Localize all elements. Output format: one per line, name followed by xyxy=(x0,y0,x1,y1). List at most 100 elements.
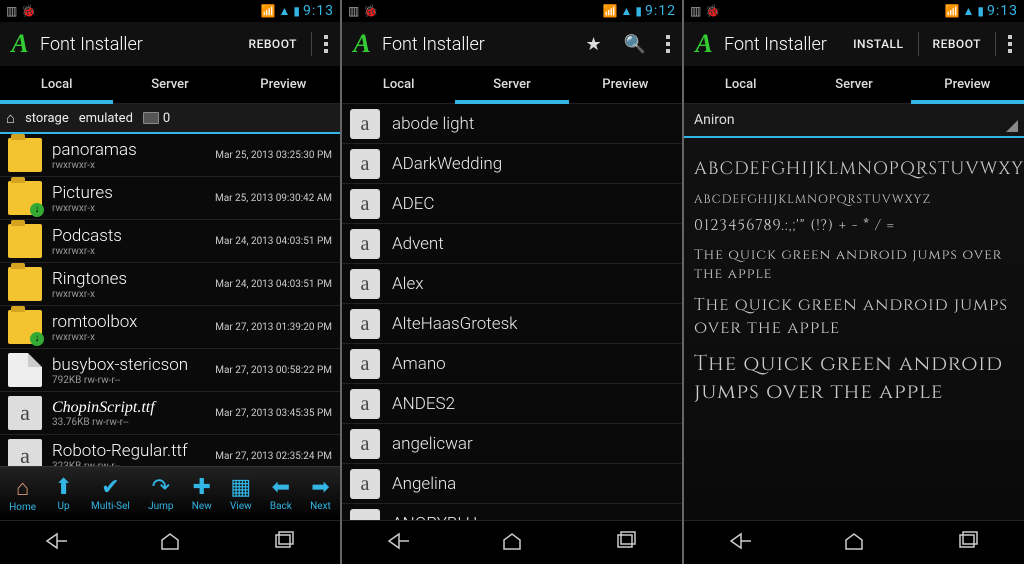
file-name: Podcasts xyxy=(52,226,215,246)
font-icon: a xyxy=(350,309,380,339)
status-bar: ▥ 🐞 📶 ▲ ▮ 9:12 xyxy=(342,0,682,22)
file-date: Mar 27, 2013 02:35:24 PM xyxy=(215,451,332,462)
nav-home-button[interactable] xyxy=(492,531,532,555)
favorite-icon[interactable]: ★ xyxy=(577,30,609,59)
file-row[interactable]: busybox-stericson792KB rw-rw-r--Mar 27, … xyxy=(0,349,340,392)
file-name: ChopinScript.ttf xyxy=(52,399,215,417)
file-row[interactable]: romtoolboxrwxrwxr-xMar 27, 2013 01:39:20… xyxy=(0,306,340,349)
toolbar-back-button[interactable]: ⬅Back xyxy=(270,475,292,512)
server-font-row[interactable]: aAmano xyxy=(342,344,682,384)
tab-local[interactable]: Local xyxy=(342,66,455,103)
file-row[interactable]: Picturesrwxrwxr-xMar 25, 2013 09:30:42 A… xyxy=(0,177,340,220)
breadcrumb-segment[interactable]: 0 xyxy=(143,111,170,126)
nav-back-button[interactable] xyxy=(721,531,761,555)
nav-home-button[interactable] xyxy=(150,531,190,555)
toolbar-home-button[interactable]: ⌂Home xyxy=(9,475,36,513)
server-font-name: AlteHaasGrotesk xyxy=(392,314,518,334)
font-icon: a xyxy=(350,509,380,521)
signal-icon: ▲ xyxy=(963,4,975,18)
status-bar: ▥ 🐞 📶 ▲ ▮ 9:13 xyxy=(684,0,1024,22)
notif-icon: ▥ xyxy=(348,4,359,18)
server-font-row[interactable]: a Alex xyxy=(342,264,682,304)
server-font-row[interactable]: a AlteHaasGrotesk xyxy=(342,304,682,344)
server-font-name: ADarkWedding xyxy=(392,154,502,174)
server-font-row[interactable]: aANGRYBLU xyxy=(342,504,682,520)
battery-icon: ▮ xyxy=(293,4,300,18)
server-font-row[interactable]: aADEC xyxy=(342,184,682,224)
app-logo-icon: A xyxy=(690,30,718,58)
file-name: busybox-stericson xyxy=(52,355,215,375)
overflow-menu-icon[interactable] xyxy=(318,32,334,56)
file-row[interactable]: panoramasrwxrwxr-xMar 25, 2013 03:25:30 … xyxy=(0,134,340,177)
server-font-row[interactable]: aAngelina xyxy=(342,464,682,504)
phone-preview: ▥ 🐞 📶 ▲ ▮ 9:13 A Font Installer INSTALL … xyxy=(684,0,1024,564)
signal-icon: ▲ xyxy=(621,4,633,18)
server-font-row[interactable]: aAdvent xyxy=(342,224,682,264)
breadcrumb-segment[interactable]: emulated xyxy=(79,111,133,126)
separator xyxy=(918,32,919,56)
toolbar-up-button[interactable]: ⬆Up xyxy=(54,475,72,512)
wifi-icon: 📶 xyxy=(261,4,276,18)
folder-icon xyxy=(8,224,42,258)
tab-server[interactable]: Server xyxy=(113,66,226,103)
toolbar-multisel-button[interactable]: ✔Multi-Sel xyxy=(91,475,130,512)
file-name: Roboto-Regular.ttf xyxy=(52,441,215,461)
server-font-name: angelicwar xyxy=(392,434,473,454)
nav-back-button[interactable] xyxy=(379,531,419,555)
tab-local[interactable]: Local xyxy=(684,66,797,103)
reboot-button[interactable]: REBOOT xyxy=(925,31,989,57)
toolbar-new-button[interactable]: ✚New xyxy=(192,475,212,512)
file-row[interactable]: aRoboto-Regular.ttf323KB rw-rw-r--Mar 27… xyxy=(0,435,340,466)
separator xyxy=(311,32,312,56)
file-name: panoramas xyxy=(52,140,215,160)
file-list[interactable]: panoramasrwxrwxr-xMar 25, 2013 03:25:30 … xyxy=(0,134,340,466)
file-row[interactable]: Ringtonesrwxrwxr-xMar 24, 2013 04:03:51 … xyxy=(0,263,340,306)
server-font-row[interactable]: aangelicwar xyxy=(342,424,682,464)
tab-server[interactable]: Server xyxy=(455,66,568,103)
phone-local: ▥ 🐞 📶 ▲ ▮ 9:13 A Font Installer REBOOT L… xyxy=(0,0,340,564)
server-font-name: Alex xyxy=(392,274,424,294)
overflow-menu-icon[interactable] xyxy=(1002,32,1018,56)
font-select-spinner[interactable]: Aniron xyxy=(684,104,1024,138)
tab-server[interactable]: Server xyxy=(797,66,910,103)
font-icon: a xyxy=(350,349,380,379)
file-row[interactable]: aChopinScript.ttf33.76KB rw-rw-r--Mar 27… xyxy=(0,392,340,435)
tab-preview[interactable]: Preview xyxy=(569,66,682,103)
tab-local[interactable]: Local xyxy=(0,66,113,103)
phone-server: ▥ 🐞 📶 ▲ ▮ 9:12 A Font Installer ★ 🔍 Loca… xyxy=(342,0,682,564)
file-date: Mar 27, 2013 01:39:20 PM xyxy=(215,322,332,333)
nav-recents-button[interactable] xyxy=(263,531,303,555)
nav-back-button[interactable] xyxy=(37,531,77,555)
server-font-row[interactable]: aabode light xyxy=(342,104,682,144)
nav-recents-button[interactable] xyxy=(947,531,987,555)
server-font-row[interactable]: aADarkWedding xyxy=(342,144,682,184)
tab-preview[interactable]: Preview xyxy=(227,66,340,103)
preview-pane[interactable]: ABCDEFGHIJKLMNOPQRSTUVWXYZ abcdefghijklm… xyxy=(684,138,1024,520)
toolbar-view-button[interactable]: ▦View xyxy=(230,475,252,512)
file-meta: rwxrwxr-x xyxy=(52,246,215,257)
font-icon: a xyxy=(350,109,380,139)
notif-icon: 🐞 xyxy=(705,4,720,18)
tab-preview[interactable]: Preview xyxy=(911,66,1024,103)
search-icon[interactable]: 🔍 xyxy=(616,30,654,59)
file-name: Pictures xyxy=(52,183,215,203)
server-font-list[interactable]: aabode lightaADarkWeddingaADECaAdventaAl… xyxy=(342,104,682,520)
overflow-menu-icon[interactable] xyxy=(660,32,676,56)
toolbar-next-button[interactable]: ➡Next xyxy=(310,475,331,512)
reboot-button[interactable]: REBOOT xyxy=(241,31,305,57)
folder-icon xyxy=(8,138,42,172)
up-arrow-icon: ⬆ xyxy=(54,475,72,500)
nav-home-button[interactable] xyxy=(834,531,874,555)
install-button[interactable]: INSTALL xyxy=(845,31,911,57)
breadcrumb-segment[interactable]: storage xyxy=(25,111,69,126)
file-row[interactable]: Podcastsrwxrwxr-xMar 24, 2013 04:03:51 P… xyxy=(0,220,340,263)
toolbar-jump-button[interactable]: ↷Jump xyxy=(148,475,173,512)
font-icon: a xyxy=(350,269,380,299)
preview-uppercase: ABCDEFGHIJKLMNOPQRSTUVWXYZ xyxy=(694,152,1014,182)
home-icon[interactable]: ⌂ xyxy=(6,109,15,127)
selected-font-name: Aniron xyxy=(694,112,735,128)
server-font-row[interactable]: aANDES2 xyxy=(342,384,682,424)
nav-bar xyxy=(342,520,682,564)
notif-icon: 🐞 xyxy=(363,4,378,18)
nav-recents-button[interactable] xyxy=(605,531,645,555)
